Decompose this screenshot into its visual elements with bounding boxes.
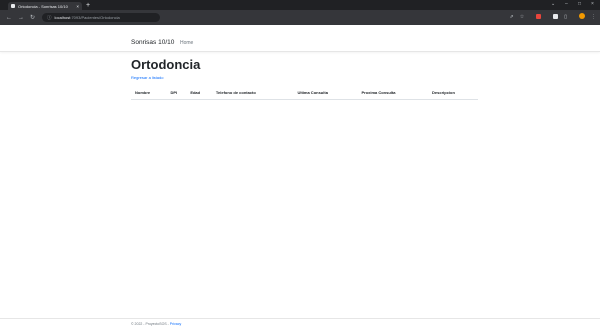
tab-title: Ortodoncia - Sonrisas 10/10 [18,3,68,9]
url-path: :7093/Pacientes/Ortodoncia [70,15,120,20]
url-host: localhost [54,15,71,20]
browser-tab-bar: Ortodoncia - Sonrisas 10/10 × + ⌄ – □ × [0,0,600,10]
forward-arrow-icon[interactable]: → [18,15,24,21]
column-header-proxima-consulta: Proxima Consulta [357,87,429,100]
column-header-dpi: DPI [166,87,187,100]
address-bar[interactable]: ⓘ localhost :7093/Pacientes/Ortodoncia [42,13,161,22]
column-header-descripcion: Descripcion [428,87,478,100]
sidebar-icon[interactable]: ▯ [564,14,567,20]
navbar-brand[interactable]: Sonrisas 10/10 [131,39,174,46]
share-icon[interactable]: ⇗ [510,14,514,20]
maximize-button[interactable]: □ [578,1,581,7]
extensions-puzzle-icon[interactable] [547,13,559,21]
toolbar-actions: ⇗ ☆ ▯ ⋮ [504,13,596,21]
nav-link-home[interactable]: Home [180,40,193,46]
table-header-row: Nombre DPI Edad Telefono de contacto Ult… [131,87,478,100]
copyright-text: © 2022 - ProyectoSOS - [131,322,169,326]
page-title: Ortodoncia [131,57,201,72]
site-info-icon[interactable]: ⓘ [47,15,52,21]
privacy-link[interactable]: Privacy [170,322,181,326]
back-arrow-icon[interactable]: ← [6,15,12,21]
tab-close-icon[interactable]: × [76,4,79,9]
site-navbar: Sonrisas 10/10 Home [0,25,600,52]
column-header-ultima-consulta: Ultima Consulta [293,87,358,100]
back-to-list-link[interactable]: Regresar a listado [131,75,163,80]
new-tab-button[interactable]: + [86,2,90,10]
footer-text: © 2022 - ProyectoSOS - Privacy [131,322,181,326]
column-header-edad: Edad [186,87,212,100]
reload-icon[interactable]: ↻ [30,14,35,21]
tab-search-icon[interactable]: ⌄ [551,1,555,7]
extension-icon[interactable] [530,13,542,21]
bookmark-star-icon[interactable]: ☆ [520,14,524,20]
minimize-button[interactable]: – [565,1,568,7]
close-window-button[interactable]: × [591,1,594,7]
browser-menu-icon[interactable]: ⋮ [591,14,596,20]
browser-tab[interactable]: Ortodoncia - Sonrisas 10/10 × [8,2,82,10]
profile-avatar[interactable] [573,13,585,21]
column-header-nombre: Nombre [131,87,167,100]
column-header-telefono: Telefono de contacto [211,87,294,100]
patients-table: Nombre DPI Edad Telefono de contacto Ult… [131,87,478,100]
browser-toolbar: ← → ↻ ⓘ localhost :7093/Pacientes/Ortodo… [0,10,600,25]
page-favicon-icon [11,4,15,8]
